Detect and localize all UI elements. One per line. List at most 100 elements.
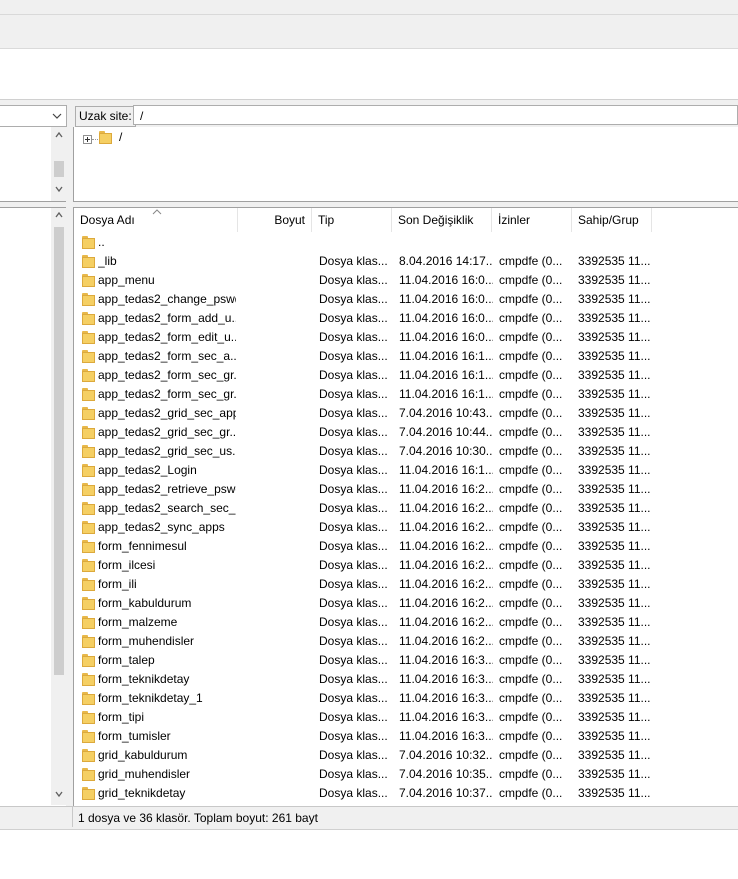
transfer-queue[interactable] <box>0 829 738 879</box>
file-row[interactable]: app_tedas2_grid_sec_apps Dosya klas... 7.0… <box>74 404 738 423</box>
file-row[interactable]: app_menu Dosya klas... 11.04.2016 16:0... c… <box>74 271 738 290</box>
file-name: app_tedas2_grid_sec_gr... <box>98 425 236 439</box>
remote-directory-tree[interactable]: / <box>73 127 738 202</box>
file-type: Dosya klas... <box>319 577 388 591</box>
file-row[interactable]: app_tedas2_form_sec_a... Dosya klas... 11.… <box>74 347 738 366</box>
file-modified: 11.04.2016 16:0... <box>399 292 493 306</box>
file-row[interactable]: .. <box>74 233 738 252</box>
folder-icon <box>99 131 112 144</box>
file-row[interactable]: form_ilcesi Dosya klas... 11.04.2016 16:2.… <box>74 556 738 575</box>
file-owner: 3392535 11... <box>578 767 650 781</box>
file-name: app_tedas2_Login <box>98 463 197 477</box>
file-name: _lib <box>98 254 117 268</box>
file-modified: 7.04.2016 10:43... <box>399 406 493 420</box>
column-header-permissions[interactable]: İzinler <box>492 208 572 232</box>
file-permissions: cmpdfe (0... <box>499 615 563 629</box>
file-row[interactable]: form_muhendisler Dosya klas... 11.04.2016 … <box>74 632 738 651</box>
scroll-up-icon[interactable] <box>51 209 67 225</box>
tree-expand-icon[interactable] <box>83 135 92 144</box>
folder-icon <box>82 692 95 705</box>
file-row[interactable]: app_tedas2_search_sec_... Dosya klas... 11… <box>74 499 738 518</box>
file-modified: 11.04.2016 16:2... <box>399 501 493 515</box>
file-row[interactable]: app_tedas2_sync_apps Dosya klas... 11.04.2… <box>74 518 738 537</box>
file-row[interactable]: form_malzeme Dosya klas... 11.04.2016 16:2… <box>74 613 738 632</box>
chevron-down-icon[interactable] <box>50 107 64 125</box>
column-header-type[interactable]: Tip <box>312 208 392 232</box>
file-owner: 3392535 11... <box>578 748 650 762</box>
remote-file-list[interactable]: Dosya Adı Boyut Tip Son Değişiklik İzinl… <box>73 207 738 806</box>
file-modified: 8.04.2016 14:17... <box>399 254 493 268</box>
file-owner: 3392535 11... <box>578 577 650 591</box>
file-modified: 7.04.2016 10:35... <box>399 767 493 781</box>
file-type: Dosya klas... <box>319 406 388 420</box>
file-row[interactable]: form_talep Dosya klas... 11.04.2016 16:3..… <box>74 651 738 670</box>
file-row[interactable]: app_tedas2_form_sec_gr... Dosya klas... 11… <box>74 385 738 404</box>
local-tree-scrollbar[interactable] <box>51 127 67 201</box>
file-row[interactable]: app_tedas2_grid_sec_us... Dosya klas... 7.… <box>74 442 738 461</box>
file-row[interactable]: app_tedas2_retrieve_pswd Dosya klas... 11.… <box>74 480 738 499</box>
file-permissions: cmpdfe (0... <box>499 444 563 458</box>
folder-icon <box>82 597 95 610</box>
column-header-name[interactable]: Dosya Adı <box>74 208 238 232</box>
tree-root-label[interactable]: / <box>117 130 124 144</box>
file-row[interactable]: form_kabuldurum Dosya klas... 11.04.2016 1… <box>74 594 738 613</box>
file-permissions: cmpdfe (0... <box>499 292 563 306</box>
folder-icon <box>82 369 95 382</box>
file-row[interactable]: app_tedas2_form_edit_u... Dosya klas... 11… <box>74 328 738 347</box>
file-name: grid_muhendisler <box>98 767 191 781</box>
file-permissions: cmpdfe (0... <box>499 273 563 287</box>
file-row[interactable]: form_tipi Dosya klas... 11.04.2016 16:3...… <box>74 708 738 727</box>
file-type: Dosya klas... <box>319 786 388 800</box>
file-row[interactable]: form_teknikdetay Dosya klas... 11.04.2016 … <box>74 670 738 689</box>
local-site-path[interactable] <box>0 105 67 127</box>
file-row[interactable]: app_tedas2_grid_sec_gr... Dosya klas... 7.… <box>74 423 738 442</box>
file-modified: 11.04.2016 16:1... <box>399 349 493 363</box>
file-row[interactable]: app_tedas2_form_add_u... Dosya klas... 11.… <box>74 309 738 328</box>
file-row[interactable]: form_tumisler Dosya klas... 11.04.2016 16:… <box>74 727 738 746</box>
scroll-thumb[interactable] <box>54 227 64 675</box>
file-row[interactable]: form_teknikdetay_1 Dosya klas... 11.04.201… <box>74 689 738 708</box>
file-permissions: cmpdfe (0... <box>499 767 563 781</box>
file-owner: 3392535 11... <box>578 463 650 477</box>
scroll-thumb[interactable] <box>54 161 64 177</box>
local-list-scrollbar[interactable] <box>51 208 67 805</box>
tree-connector <box>92 139 98 140</box>
file-row[interactable]: app_tedas2_form_sec_gr... Dosya klas... 11… <box>74 366 738 385</box>
file-row[interactable]: grid_muhendisler Dosya klas... 7.04.2016 1… <box>74 765 738 784</box>
file-type: Dosya klas... <box>319 349 388 363</box>
file-name: app_tedas2_form_sec_a... <box>98 349 236 363</box>
remote-site-path-input[interactable]: / <box>133 105 738 125</box>
file-type: Dosya klas... <box>319 615 388 629</box>
folder-icon <box>82 483 95 496</box>
file-owner: 3392535 11... <box>578 406 650 420</box>
folder-icon <box>82 768 95 781</box>
file-owner: 3392535 11... <box>578 444 650 458</box>
file-modified: 11.04.2016 16:1... <box>399 463 493 477</box>
folder-icon <box>82 673 95 686</box>
file-permissions: cmpdfe (0... <box>499 311 563 325</box>
file-row[interactable]: app_tedas2_Login Dosya klas... 11.04.2016 … <box>74 461 738 480</box>
file-permissions: cmpdfe (0... <box>499 691 563 705</box>
file-name: app_tedas2_form_edit_u... <box>98 330 236 344</box>
file-row[interactable]: form_fennimesul Dosya klas... 11.04.2016 1… <box>74 537 738 556</box>
file-row[interactable]: _lib Dosya klas... 8.04.2016 14:17... cmpdf… <box>74 252 738 271</box>
file-type: Dosya klas... <box>319 444 388 458</box>
file-owner: 3392535 11... <box>578 729 650 743</box>
file-type: Dosya klas... <box>319 368 388 382</box>
column-header-modified[interactable]: Son Değişiklik <box>392 208 492 232</box>
file-name: app_tedas2_grid_sec_apps <box>98 406 236 420</box>
column-header-size[interactable]: Boyut <box>238 208 312 232</box>
file-row[interactable]: grid_teknikdetay Dosya klas... 7.04.2016 1… <box>74 784 738 803</box>
file-owner: 3392535 11... <box>578 691 650 705</box>
scroll-down-icon[interactable] <box>51 183 67 199</box>
scroll-up-icon[interactable] <box>51 129 67 145</box>
scroll-down-icon[interactable] <box>51 788 67 804</box>
file-type: Dosya klas... <box>319 748 388 762</box>
file-name: form_ili <box>98 577 137 591</box>
folder-icon <box>82 312 95 325</box>
file-row[interactable]: app_tedas2_change_pswd Dosya klas... 11.04… <box>74 290 738 309</box>
file-row[interactable]: grid_kabuldurum Dosya klas... 7.04.2016 10… <box>74 746 738 765</box>
file-row[interactable]: form_ili Dosya klas... 11.04.2016 16:2... c… <box>74 575 738 594</box>
quickconnect-bar <box>0 15 738 49</box>
column-header-owner[interactable]: Sahip/Grup <box>572 208 652 232</box>
